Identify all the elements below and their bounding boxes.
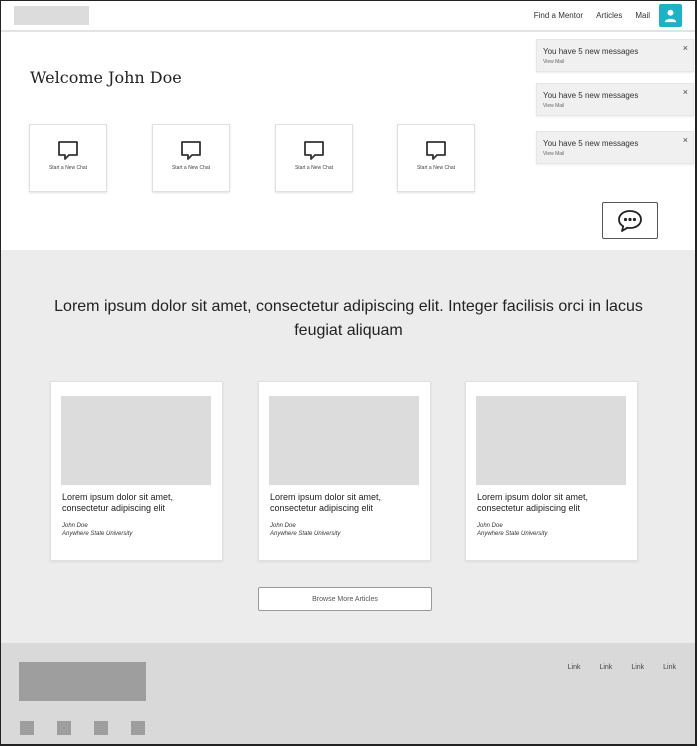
articles-headline: Lorem ipsum dolor sit amet, consectetur … bbox=[54, 298, 643, 339]
nav-mail[interactable]: Mail bbox=[635, 11, 650, 20]
logo-placeholder[interactable] bbox=[14, 6, 89, 25]
social-icon-2[interactable] bbox=[57, 721, 71, 735]
article-card-3[interactable]: Lorem ipsum dolor sit amet, consectetur … bbox=[465, 381, 638, 561]
start-chat-tile-4[interactable]: Start a New Chat bbox=[397, 124, 475, 192]
article-image-placeholder bbox=[476, 396, 626, 485]
chat-tile-label: Start a New Chat bbox=[294, 165, 334, 171]
social-icon-4[interactable] bbox=[131, 721, 145, 735]
user-avatar-button[interactable] bbox=[659, 4, 682, 27]
article-image-placeholder bbox=[269, 396, 419, 485]
speech-bubble-icon bbox=[426, 141, 446, 160]
social-icon-1[interactable] bbox=[20, 721, 34, 735]
speech-bubble-icon bbox=[304, 141, 324, 160]
chat-dots-icon bbox=[618, 209, 642, 232]
footer-logo-placeholder bbox=[19, 662, 146, 701]
top-nav-bar: Find a Mentor Articles Mail bbox=[1, 1, 695, 32]
chat-tile-label: Start a New Chat bbox=[416, 165, 456, 171]
article-author: John Doe bbox=[477, 523, 503, 529]
close-icon[interactable]: × bbox=[683, 44, 688, 53]
user-icon bbox=[664, 9, 677, 23]
article-image-placeholder bbox=[61, 396, 211, 485]
articles-section: Lorem ipsum dolor sit amet, consectetur … bbox=[1, 250, 695, 643]
start-chat-tile-1[interactable]: Start a New Chat bbox=[29, 124, 107, 192]
welcome-heading: Welcome John Doe bbox=[30, 68, 182, 87]
article-card-1[interactable]: Lorem ipsum dolor sit amet, consectetur … bbox=[50, 381, 223, 561]
article-title[interactable]: Lorem ipsum dolor sit amet, consectetur … bbox=[270, 492, 420, 514]
article-card-2[interactable]: Lorem ipsum dolor sit amet, consectetur … bbox=[258, 381, 431, 561]
chat-tile-label: Start a New Chat bbox=[171, 165, 211, 171]
footer-link[interactable]: Link bbox=[663, 664, 676, 671]
open-chat-button[interactable] bbox=[602, 202, 658, 239]
notification-toast-3: You have 5 new messages View Mail × bbox=[536, 131, 694, 164]
footer-link[interactable]: Link bbox=[631, 664, 644, 671]
page-frame: Find a Mentor Articles Mail Welcome John… bbox=[0, 0, 697, 746]
article-university: Anywhere State University bbox=[62, 531, 133, 537]
article-university: Anywhere State University bbox=[270, 531, 341, 537]
browse-more-articles-button[interactable]: Browse More Articles bbox=[258, 587, 432, 611]
close-icon[interactable]: × bbox=[683, 136, 688, 145]
nav-find-a-mentor[interactable]: Find a Mentor bbox=[534, 11, 583, 20]
chat-tile-label: Start a New Chat bbox=[48, 165, 88, 171]
article-university: Anywhere State University bbox=[477, 531, 548, 537]
article-title[interactable]: Lorem ipsum dolor sit amet, consectetur … bbox=[62, 492, 212, 514]
view-mail-link[interactable]: View Mail bbox=[543, 151, 564, 157]
article-title[interactable]: Lorem ipsum dolor sit amet, consectetur … bbox=[477, 492, 627, 514]
footer-links: Link Link Link Link bbox=[549, 664, 676, 671]
footer-link[interactable]: Link bbox=[568, 664, 581, 671]
nav-articles[interactable]: Articles bbox=[596, 11, 622, 20]
view-mail-link[interactable]: View Mail bbox=[543, 103, 564, 109]
article-author: John Doe bbox=[62, 523, 88, 529]
footer-link[interactable]: Link bbox=[599, 664, 612, 671]
notification-message: You have 5 new messages bbox=[543, 91, 639, 100]
footer: Link Link Link Link bbox=[1, 643, 695, 744]
notification-message: You have 5 new messages bbox=[543, 47, 639, 56]
notification-toast-1: You have 5 new messages View Mail × bbox=[536, 39, 694, 72]
notification-message: You have 5 new messages bbox=[543, 139, 639, 148]
speech-bubble-icon bbox=[181, 141, 201, 160]
close-icon[interactable]: × bbox=[683, 88, 688, 97]
start-chat-tile-3[interactable]: Start a New Chat bbox=[275, 124, 353, 192]
speech-bubble-icon bbox=[58, 141, 78, 160]
social-icon-3[interactable] bbox=[94, 721, 108, 735]
start-chat-tile-2[interactable]: Start a New Chat bbox=[152, 124, 230, 192]
article-author: John Doe bbox=[270, 523, 296, 529]
notification-toast-2: You have 5 new messages View Mail × bbox=[536, 83, 694, 116]
view-mail-link[interactable]: View Mail bbox=[543, 59, 564, 65]
